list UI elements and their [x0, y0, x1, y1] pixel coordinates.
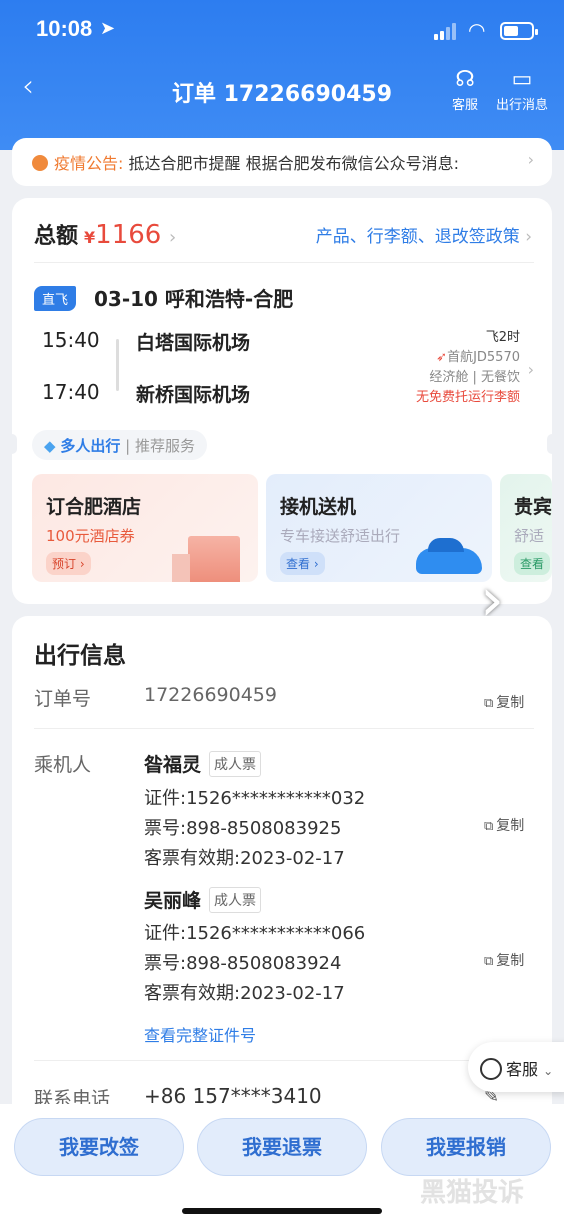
policy-link-text: 产品、行李额、退改签政策 [315, 227, 520, 247]
headset-icon: ☊ [455, 67, 475, 92]
status-bar: 10:08 ➤ ◠ [0, 0, 564, 60]
refund-ticket-button[interactable]: 我要退票 [197, 1118, 367, 1176]
epidemic-notice[interactable]: 疫情公告: 抵达合肥市提醒 根据合肥发布微信公众号消息: › [12, 138, 552, 186]
divider [34, 728, 534, 729]
nav-bar: ‹ 订单 17226690459 ☊ 客服 ▭ 出行消息 [0, 62, 564, 118]
view-full-id-link[interactable]: 查看完整证件号 [144, 1022, 256, 1046]
car-icon [416, 538, 482, 574]
floating-service-label: 客服 [506, 1060, 539, 1079]
change-ticket-button[interactable]: 我要改签 [14, 1118, 184, 1176]
flight-route: 03-10 呼和浩特-合肥 [94, 287, 294, 311]
depart-time: 15:40 [42, 328, 100, 352]
currency-symbol: ¥ [84, 228, 96, 247]
customer-service-label: 客服 [452, 98, 479, 113]
section-title: 出行信息 [34, 643, 126, 669]
chevron-right-icon: › [527, 150, 534, 169]
passenger-id: 证件:1526***********032 [144, 788, 366, 809]
reimburse-button[interactable]: 我要报销 [381, 1118, 551, 1176]
order-number-label: 订单号 [34, 688, 92, 710]
travel-messages-label: 出行消息 [496, 98, 549, 113]
divider [34, 1060, 534, 1061]
passenger-name: 吴丽峰 成人票 [144, 886, 262, 913]
view-transfer-button[interactable]: 查看 › [280, 552, 325, 575]
service-face-icon [480, 1058, 502, 1080]
total-value: 1166 [95, 220, 162, 250]
arrive-airport: 新桥国际机场 [136, 384, 251, 406]
ticket-number: 票号:898-8508083925 [144, 818, 342, 839]
separator: | [125, 437, 131, 455]
flight-number-text: 首航JD5570 [447, 350, 520, 365]
page-title: 订单 17226690459 [171, 82, 393, 107]
building-icon [172, 536, 240, 582]
passenger-id: 证件:1526***********066 [144, 923, 366, 944]
multi-traveler-label: 多人出行 [60, 437, 121, 455]
ticket-type-badge: 成人票 [209, 887, 262, 913]
total-amount[interactable]: 总额 ¥1166 › [34, 218, 176, 250]
hotel-service-card[interactable]: 订合肥酒店 100元酒店券 预订 › [32, 474, 258, 582]
copy-icon: ⧉ [484, 954, 494, 969]
diamond-icon: ◆ [44, 437, 56, 455]
signal-icon [434, 22, 460, 40]
airline-logo-icon: ➶ [436, 350, 448, 365]
depart-airport: 白塔国际机场 [136, 332, 251, 354]
flight-duration: 飞2时 [485, 330, 520, 345]
ticket-validity: 客票有效期:2023-02-17 [144, 848, 345, 869]
copy-order-button[interactable]: ⧉ 复制 [484, 692, 524, 712]
home-indicator [182, 1208, 382, 1214]
battery-icon [500, 22, 538, 40]
ticket-type-badge: 成人票 [209, 751, 262, 777]
recommend-label: 推荐服务 [134, 437, 195, 455]
policy-link[interactable]: 产品、行李额、退改签政策 › [316, 222, 532, 247]
copy-ticket-button[interactable]: ⧉ 复制 [484, 815, 524, 835]
passenger-name-text: 吴丽峰 [144, 890, 202, 912]
card-notch [547, 434, 557, 454]
order-summary-card: 总额 ¥1166 › 产品、行李额、退改签政策 › 直飞 03-10 呼和浩特-合… [7, 198, 557, 604]
ticket-number: 票号:898-8508083924 [144, 953, 342, 974]
watermark: 黑猫投诉 [420, 1178, 525, 1208]
copy-icon: ⧉ [484, 819, 494, 834]
notice-text: 抵达合肥市提醒 根据合肥发布微信公众号消息: [123, 154, 459, 173]
floating-customer-service-button[interactable]: 客服 ⌄ [468, 1042, 564, 1092]
message-icon: ▭ [511, 67, 533, 92]
book-hotel-button[interactable]: 预订 › [46, 552, 91, 575]
copy-label: 复制 [496, 818, 525, 834]
vip-title: 贵宾 [514, 496, 552, 518]
copy-label: 复制 [496, 953, 525, 969]
timeline-bar [116, 339, 119, 391]
divider [34, 262, 534, 263]
passenger-name: 昝福灵 成人票 [144, 750, 262, 777]
multi-traveler-banner[interactable]: ◆ 多人出行 | 推荐服务 [32, 430, 207, 460]
direct-flight-tag: 直飞 [34, 286, 77, 311]
transfer-service-card[interactable]: 接机送机 专车接送舒适出行 查看 › [266, 474, 492, 582]
passenger-label: 乘机人 [34, 754, 92, 776]
total-label: 总额 [34, 224, 79, 249]
customer-service-button[interactable]: ☊ 客服 [452, 66, 478, 113]
ticket-validity: 客票有效期:2023-02-17 [144, 983, 345, 1004]
cabin-info: 经济舱 | 无餐饮 [429, 370, 520, 385]
location-arrow-icon: ➤ [100, 18, 116, 39]
copy-label: 复制 [496, 695, 525, 711]
vip-subtitle: 舒适 [514, 527, 545, 545]
arrive-time: 17:40 [42, 380, 100, 404]
transfer-title: 接机送机 [280, 496, 357, 518]
passenger-name-text: 昝福灵 [144, 754, 202, 776]
travel-messages-button[interactable]: ▭ 出行消息 [496, 66, 548, 113]
wifi-icon: ◠ [468, 18, 486, 42]
card-notch [7, 434, 17, 454]
vip-service-card[interactable]: 贵宾 舒适 查看 [500, 474, 552, 582]
hotel-title: 订合肥酒店 [46, 496, 142, 518]
chevron-right-icon[interactable]: › [528, 360, 534, 379]
flight-number: ➶首航JD5570 [436, 346, 520, 365]
copy-ticket-button[interactable]: ⧉ 复制 [484, 950, 524, 970]
chevron-right-icon: › [169, 227, 177, 248]
notice-label: 疫情公告: [54, 154, 124, 173]
clock-icon [32, 155, 48, 171]
chevron-right-icon: › [525, 227, 532, 247]
baggage-info: 无免费托运行李额 [415, 390, 520, 405]
chevron-down-icon: ⌄ [543, 1064, 554, 1078]
status-time: 10:08 [36, 16, 93, 41]
order-number: 17226690459 [144, 684, 277, 706]
copy-icon: ⧉ [484, 696, 494, 711]
